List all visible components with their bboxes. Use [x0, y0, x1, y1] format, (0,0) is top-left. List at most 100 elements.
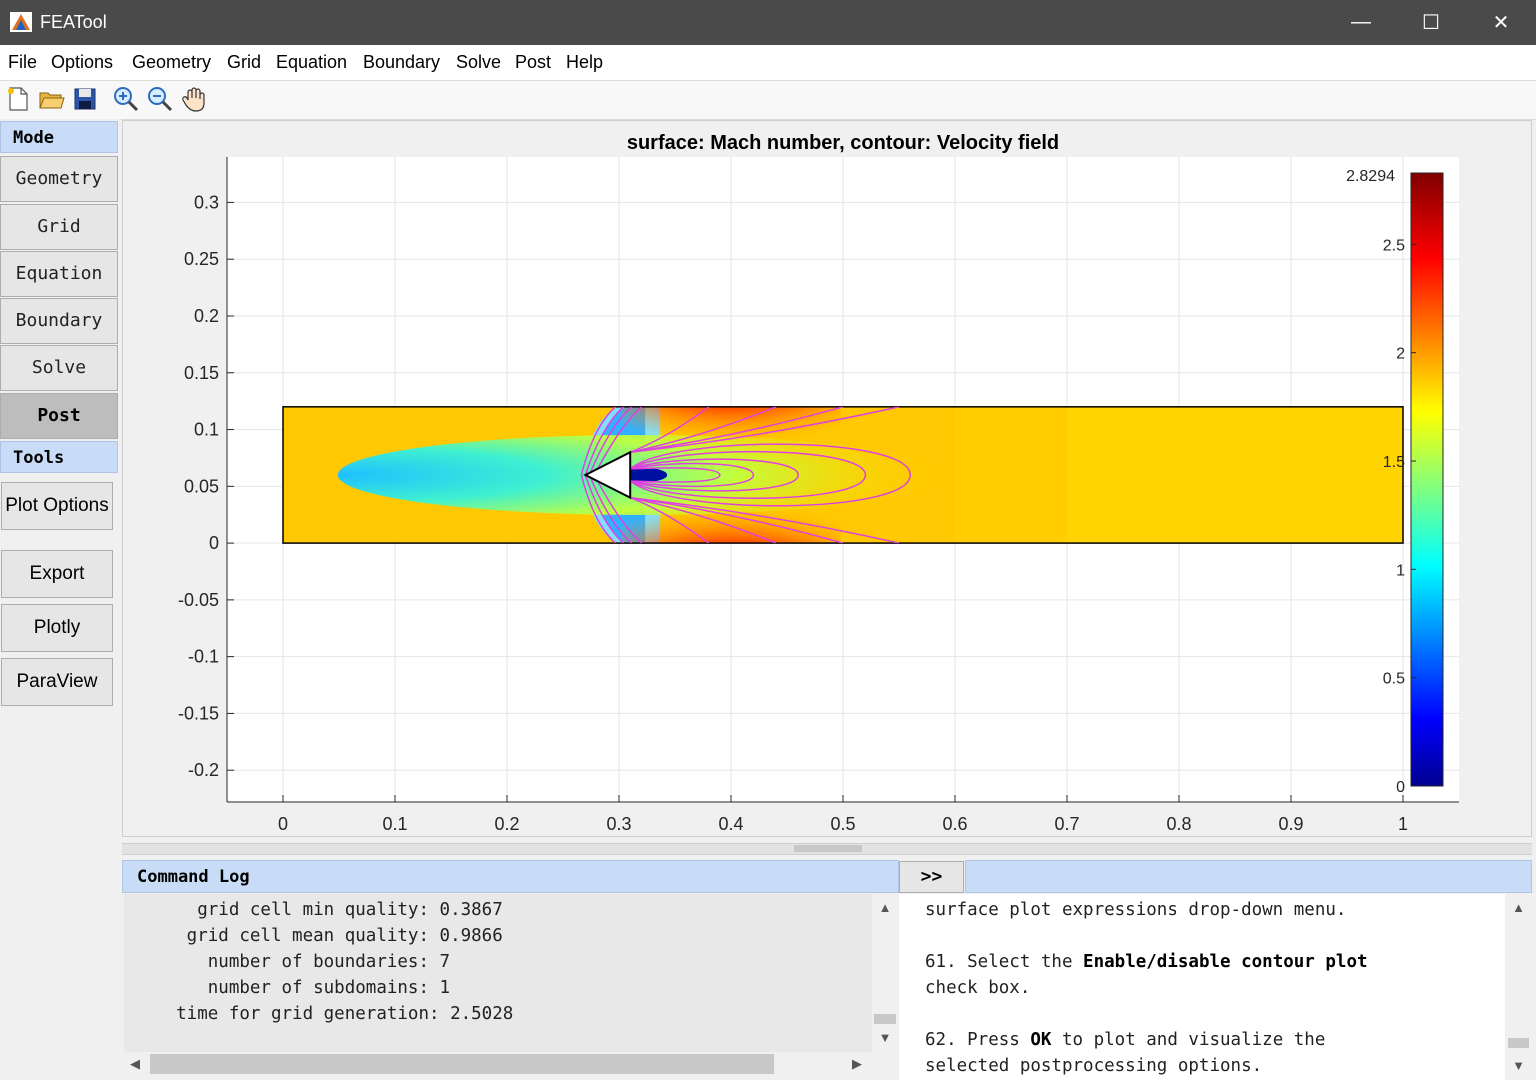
help-panel: >> surface plot expressions drop-down me…	[899, 860, 1532, 1080]
y-tick-label: 0.2	[194, 306, 219, 326]
menu-options[interactable]: Options	[51, 52, 113, 73]
plotly-button[interactable]: Plotly	[1, 604, 113, 652]
x-tick-labels: 0 0.1 0.2 0.3 0.4 0.5 0.6 0.7 0.8 0.9 1	[278, 814, 1408, 834]
menu-post[interactable]: Post	[515, 52, 551, 73]
menu-help[interactable]: Help	[566, 52, 603, 73]
y-tick-label: -0.05	[178, 590, 219, 610]
log-line: number of subdomains: 1	[134, 978, 451, 998]
plot-title: surface: Mach number, contour: Velocity …	[627, 132, 1059, 154]
y-tick-label: -0.1	[188, 647, 219, 667]
scroll-up-icon[interactable]: ▲	[1505, 900, 1532, 915]
scroll-right-icon[interactable]: ▶	[852, 1056, 862, 1072]
colorbar-tick-label: 0	[1396, 779, 1405, 796]
zoom-in-icon[interactable]	[112, 85, 140, 113]
colorbar-tick-label: 1	[1396, 562, 1405, 579]
log-line: grid cell min quality: 0.3867	[134, 900, 503, 920]
y-tick-label: 0.1	[194, 420, 219, 440]
open-folder-icon[interactable]	[37, 85, 65, 113]
menu-equation[interactable]: Equation	[276, 52, 347, 73]
window-title-bar: FEATool — ☐ ✕	[0, 0, 1536, 45]
command-log-panel: Command Log grid cell min quality: 0.386…	[122, 860, 899, 1080]
mode-boundary-button[interactable]: Boundary	[0, 298, 118, 344]
mode-header: Mode	[0, 121, 118, 153]
y-tick-label: 0.05	[184, 476, 219, 496]
colorbar-max-label: 2.8294	[1346, 168, 1395, 185]
close-icon: ✕	[1492, 12, 1510, 34]
paraview-button[interactable]: ParaView	[1, 658, 113, 706]
help-step-61: 61. Select the Enable/disable contour pl…	[925, 952, 1368, 972]
menu-solve[interactable]: Solve	[456, 52, 501, 73]
featool-app-icon	[10, 12, 32, 32]
x-tick-label: 0.9	[1278, 814, 1303, 834]
x-tick-label: 0	[278, 814, 288, 834]
x-tick-label: 0.1	[382, 814, 407, 834]
pan-hand-icon[interactable]	[180, 85, 208, 113]
log-vscroll-thumb[interactable]	[874, 1014, 896, 1024]
plot-panel: 0 0.1 0.2 0.3 0.4 0.5 0.6 0.7 0.8 0.9 1 0.3 0.25 0.2…	[122, 120, 1532, 837]
help-line: selected postprocessing options.	[925, 1056, 1263, 1076]
x-tick-label: 0.7	[1054, 814, 1079, 834]
help-line: surface plot expressions drop-down menu.	[925, 900, 1347, 920]
command-log-text: grid cell min quality: 0.3867 grid cell …	[124, 894, 872, 1052]
window-title: FEATool	[40, 12, 107, 32]
scroll-up-icon[interactable]: ▲	[872, 900, 898, 915]
colorbar	[1410, 172, 1444, 787]
help-line: check box.	[925, 978, 1031, 998]
help-vertical-scrollbar[interactable]: ▲ ▼	[1505, 894, 1532, 1080]
colorbar-tick-label: 0.5	[1383, 671, 1405, 688]
close-button[interactable]: ✕	[1466, 0, 1536, 45]
help-bold-span: OK	[1030, 1030, 1052, 1050]
menu-geometry[interactable]: Geometry	[132, 52, 211, 73]
x-tick-label: 0.8	[1166, 814, 1191, 834]
y-tick-label: 0	[209, 533, 219, 553]
menu-boundary[interactable]: Boundary	[363, 52, 440, 73]
new-file-icon[interactable]	[4, 85, 32, 113]
mode-equation-button[interactable]: Equation	[0, 251, 118, 297]
toggle-help-button[interactable]: >>	[899, 861, 964, 893]
minimize-icon: —	[1351, 11, 1371, 33]
toolbar	[0, 81, 1536, 120]
y-tick-label: -0.15	[178, 703, 219, 723]
help-bold-span: Enable/disable contour plot	[1083, 952, 1368, 972]
y-tick-label: 0.25	[184, 249, 219, 269]
help-text-span: to plot and visualize the	[1051, 1030, 1326, 1050]
log-line: time for grid generation: 2.5028	[134, 1004, 514, 1024]
menu-grid[interactable]: Grid	[227, 52, 261, 73]
mode-geometry-button[interactable]: Geometry	[0, 156, 118, 202]
log-line: grid cell mean quality: 0.9866	[134, 926, 503, 946]
help-header-bar	[965, 860, 1532, 893]
menu-file[interactable]: File	[8, 52, 37, 73]
mach-number-plot[interactable]: 0 0.1 0.2 0.3 0.4 0.5 0.6 0.7 0.8 0.9 1 0.3 0.25 0.2…	[123, 121, 1531, 836]
zoom-out-icon[interactable]	[146, 85, 174, 113]
x-tick-label: 0.3	[606, 814, 631, 834]
minimize-button[interactable]: —	[1326, 0, 1396, 45]
x-tick-label: 0.6	[942, 814, 967, 834]
log-horizontal-scrollbar[interactable]: ◀ ▶	[124, 1052, 872, 1076]
downstream-region	[1067, 406, 1403, 544]
help-text-span: 62. Press	[925, 1030, 1031, 1050]
mode-post-button[interactable]: Post	[0, 393, 118, 439]
export-button[interactable]: Export	[1, 550, 113, 598]
tools-header: Tools	[0, 441, 118, 473]
x-tick-label: 1	[1398, 814, 1408, 834]
maximize-button[interactable]: ☐	[1396, 0, 1466, 45]
command-log-header: Command Log	[122, 860, 899, 893]
help-vscroll-thumb[interactable]	[1508, 1038, 1529, 1048]
log-hscroll-thumb[interactable]	[150, 1054, 774, 1074]
save-icon[interactable]	[71, 85, 99, 113]
scroll-down-icon[interactable]: ▼	[872, 1030, 898, 1045]
scroll-left-icon[interactable]: ◀	[130, 1056, 140, 1072]
plot-options-button[interactable]: Plot Options	[1, 482, 113, 530]
colorbar-tick-label: 1.5	[1383, 454, 1405, 471]
mode-grid-button[interactable]: Grid	[0, 204, 118, 250]
colorbar-tick-label: 2	[1396, 346, 1405, 363]
splitter-grip[interactable]	[794, 845, 862, 852]
mode-solve-button[interactable]: Solve	[0, 345, 118, 391]
scroll-down-icon[interactable]: ▼	[1505, 1058, 1532, 1073]
y-tick-label: 0.15	[184, 363, 219, 383]
colorbar-tick-label: 2.5	[1383, 237, 1405, 254]
x-tick-label: 0.4	[718, 814, 743, 834]
log-vertical-scrollbar[interactable]: ▲ ▼	[872, 894, 898, 1052]
x-tick-label: 0.5	[830, 814, 855, 834]
panel-splitter[interactable]	[122, 843, 1532, 855]
